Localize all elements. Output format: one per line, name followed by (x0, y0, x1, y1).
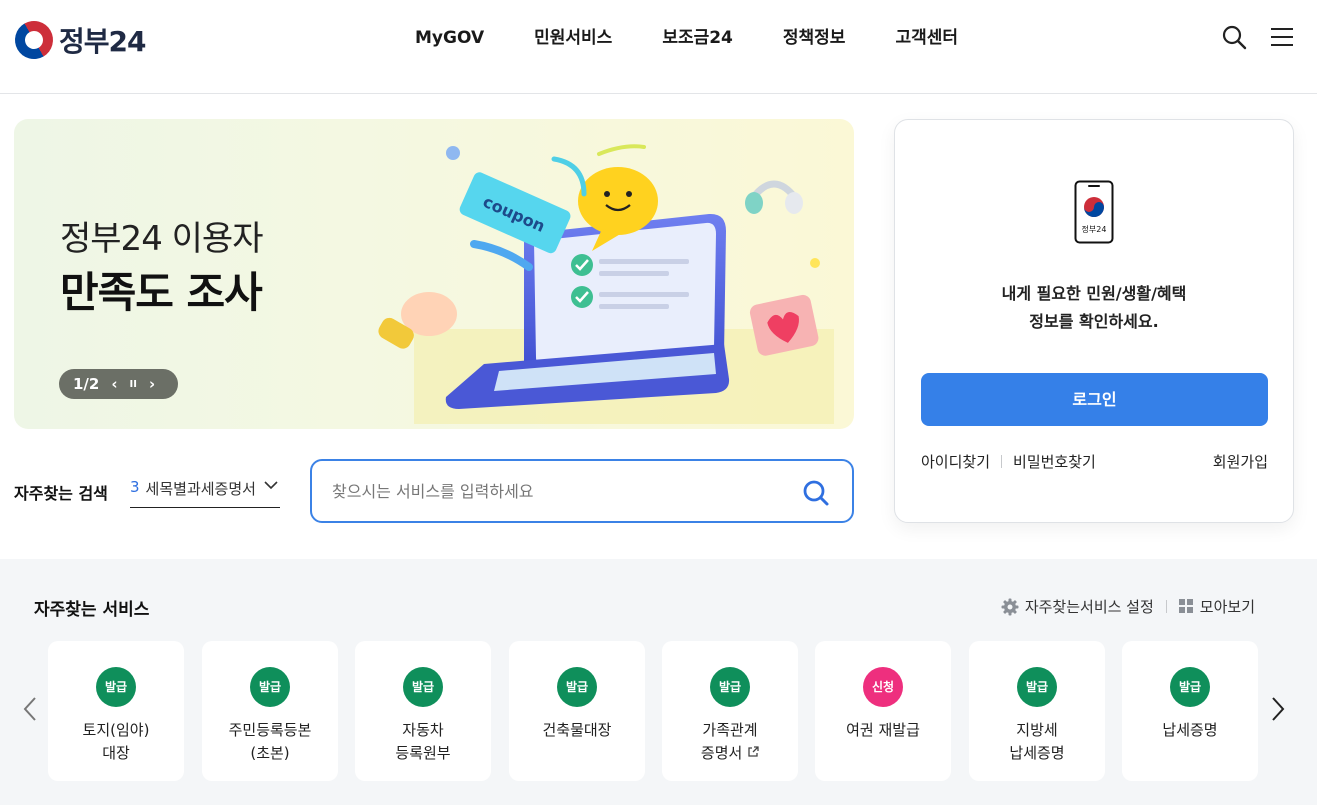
service-card-passport-reissue[interactable]: 신청 여권 재발급 (815, 641, 951, 781)
service-card-label: 토지(임야) 대장 (48, 719, 184, 765)
service-search-input[interactable] (332, 477, 772, 505)
service-label-line1: 지방세 (1016, 721, 1058, 739)
service-label-line2: 납세증명 (1009, 744, 1065, 762)
service-label-line1: 가족관계 (702, 721, 758, 739)
chevron-right-icon[interactable] (1268, 695, 1288, 723)
nav-subsidy24[interactable]: 보조금24 (637, 26, 758, 50)
service-card-tax-certificate[interactable]: 발급 납세증명 (1122, 641, 1258, 781)
service-label-line2: (초본) (250, 744, 290, 762)
site-header: 정부24 MyGOV 민원서비스 보조금24 정책정보 고객센터 (0, 0, 1317, 94)
service-label-line2-wrap: 증명서 (662, 742, 798, 765)
grid-icon (1178, 599, 1193, 613)
nav-policy-info[interactable]: 정책정보 (758, 26, 871, 50)
view-all-button[interactable]: 모아보기 (1178, 596, 1255, 617)
issue-badge: 발급 (1170, 667, 1210, 707)
chevron-down-icon (264, 481, 278, 490)
service-label-line1: 주민등록등본 (228, 721, 312, 739)
nav-customer-center[interactable]: 고객센터 (870, 26, 983, 50)
search-icon[interactable] (1221, 24, 1247, 50)
service-label-line2: 증명서 (700, 744, 743, 762)
service-card-label: 가족관계 증명서 (662, 719, 798, 765)
services-settings-label: 자주찾는서비스 설정 (1024, 598, 1154, 616)
sign-up-link[interactable]: 회원가입 (1213, 451, 1268, 472)
service-card-family-certificate[interactable]: 발급 가족관계 증명서 (662, 641, 798, 781)
service-label-line1: 건축물대장 (542, 721, 612, 739)
external-link-icon (748, 746, 759, 757)
logo-text: 정부24 (59, 25, 146, 58)
issue-badge: 발급 (250, 667, 290, 707)
divider (1165, 600, 1167, 613)
frequent-search-label: 자주찾는 검색 (14, 484, 108, 503)
banner-title: 만족도 조사 (60, 268, 263, 317)
service-card-label: 자동차 등록원부 (355, 719, 491, 765)
laptop-survey-illustration: coupon (378, 144, 834, 424)
main-nav: MyGOV 민원서비스 보조금24 정책정보 고객센터 (390, 26, 983, 50)
frequent-services-title: 자주찾는 서비스 (34, 600, 150, 620)
gear-icon (1001, 598, 1019, 615)
login-links: 아이디찾기 비밀번호찾기 회원가입 (921, 451, 1268, 472)
phone-label: 정부24 (1082, 224, 1107, 234)
service-label-line1: 토지(임야) (82, 721, 150, 739)
chevron-left-icon[interactable] (20, 695, 40, 723)
frequent-services-tools: 자주찾는서비스 설정 모아보기 (1001, 596, 1255, 617)
nav-civil-service[interactable]: 민원서비스 (509, 26, 637, 50)
login-message-line2: 정보를 확인하세요. (1029, 312, 1159, 331)
service-card-local-tax-certificate[interactable]: 발급 지방세 납세증명 (969, 641, 1105, 781)
issue-badge: 발급 (1017, 667, 1057, 707)
logo[interactable]: 정부24 (8, 14, 146, 66)
hamburger-menu-icon[interactable] (1269, 24, 1295, 50)
login-message: 내게 필요한 민원/생활/혜택 정보를 확인하세요. (895, 280, 1293, 336)
service-card-label: 지방세 납세증명 (969, 719, 1105, 765)
login-button[interactable]: 로그인 (921, 373, 1268, 426)
nav-mygov[interactable]: MyGOV (390, 26, 509, 50)
service-label-line2: 등록원부 (395, 744, 451, 762)
issue-badge: 발급 (710, 667, 750, 707)
login-message-line1: 내게 필요한 민원/생활/혜택 (1001, 284, 1187, 303)
service-card-label: 여권 재발급 (815, 719, 951, 742)
service-card-land-register[interactable]: 발급 토지(임야) 대장 (48, 641, 184, 781)
service-card-vehicle-register[interactable]: 발급 자동차 등록원부 (355, 641, 491, 781)
service-card-label: 주민등록등본 (초본) (202, 719, 338, 765)
service-label-line2: 대장 (102, 744, 130, 762)
frequent-services-section: 자주찾는 서비스 자주찾는서비스 설정 모아보기 발급 토지(임야) 대장 발급… (0, 559, 1317, 805)
pager-next-button[interactable]: › (149, 375, 155, 393)
apply-badge: 신청 (863, 667, 903, 707)
issue-badge: 발급 (403, 667, 443, 707)
frequent-search-dropdown[interactable]: 3 세목별과세증명서 (130, 478, 280, 508)
issue-badge: 발급 (557, 667, 597, 707)
service-label-line1: 여권 재발급 (846, 721, 920, 739)
banner-subtitle: 정부24 이용자 (60, 219, 263, 259)
search-submit-icon[interactable] (802, 479, 830, 507)
find-password-link[interactable]: 비밀번호찾기 (1013, 451, 1096, 472)
frequent-search-rank: 3 (130, 478, 140, 496)
services-settings-button[interactable]: 자주찾는서비스 설정 (1001, 596, 1154, 617)
pager-pause-button[interactable]: II (130, 379, 137, 390)
banner-pager: 1/2 ‹ II › (59, 369, 178, 399)
issue-badge: 발급 (96, 667, 136, 707)
service-card-label: 건축물대장 (509, 719, 645, 742)
service-card-label: 납세증명 (1122, 719, 1258, 742)
divider (1001, 455, 1003, 468)
service-card-resident-register[interactable]: 발급 주민등록등본 (초본) (202, 641, 338, 781)
service-label-line1: 자동차 (402, 721, 444, 739)
survey-banner[interactable]: 정부24 이용자 만족도 조사 coupon 1/2 ‹ II › (14, 119, 854, 429)
view-all-label: 모아보기 (1199, 598, 1255, 616)
find-id-link[interactable]: 아이디찾기 (921, 451, 990, 472)
frequent-search-keyword: 세목별과세증명서 (145, 480, 256, 498)
service-label-line1: 납세증명 (1162, 721, 1218, 739)
mobile-id-icon: 정부24 (1074, 180, 1114, 244)
login-card: 정부24 내게 필요한 민원/생활/혜택 정보를 확인하세요. 로그인 아이디찾… (894, 119, 1294, 523)
service-card-building-register[interactable]: 발급 건축물대장 (509, 641, 645, 781)
service-search-box (310, 459, 854, 523)
pager-count: 1/2 (73, 375, 100, 393)
pager-prev-button[interactable]: ‹ (111, 375, 117, 393)
taegeuk-logo-icon (8, 14, 60, 66)
